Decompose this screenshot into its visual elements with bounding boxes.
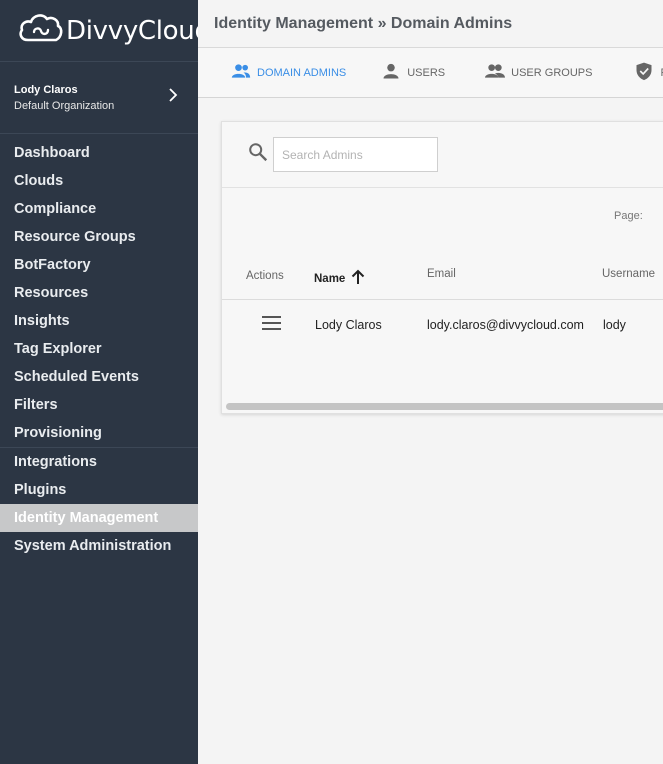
cell-email: lody.claros@divvycloud.com — [427, 318, 584, 332]
page-header: Identity Management » Domain Admins — [198, 0, 663, 48]
chevron-right-icon[interactable] — [166, 88, 180, 107]
sort-ascending-icon[interactable] — [345, 268, 367, 289]
search-bar — [222, 122, 663, 188]
sidebar-item-dashboard[interactable]: Dashboard — [0, 139, 198, 167]
column-header-name[interactable]: Name — [314, 268, 367, 289]
admins-table-card: Page: Actions Name Email Username Lody C… — [221, 121, 663, 414]
column-header-actions: Actions — [246, 270, 284, 282]
sidebar-item-resource-groups[interactable]: Resource Groups — [0, 223, 198, 251]
table-header: Actions Name Email Username — [222, 254, 663, 300]
sidebar-item-insights[interactable]: Insights — [0, 307, 198, 335]
table-row: Lody Claros lody.claros@divvycloud.com l… — [222, 302, 663, 347]
search-input[interactable] — [273, 137, 438, 172]
sidebar-item-provisioning[interactable]: Provisioning — [0, 419, 198, 447]
column-header-name-label: Name — [314, 272, 346, 285]
sidebar-nav: Dashboard Clouds Compliance Resource Gro… — [0, 139, 198, 560]
tab-domain-admins[interactable]: DOMAIN ADMINS — [231, 48, 346, 97]
logo[interactable]: DivvyCloud — [0, 0, 211, 62]
sidebar-item-filters[interactable]: Filters — [0, 391, 198, 419]
sidebar-item-system-administration[interactable]: System Administration — [0, 532, 198, 560]
sidebar-item-identity-management[interactable]: Identity Management — [0, 504, 198, 532]
pagination-label: Page: — [614, 210, 643, 222]
sidebar-item-resources[interactable]: Resources — [0, 279, 198, 307]
logo-text: DivvyCloud — [66, 15, 211, 46]
tab-label: USER GROUPS — [511, 66, 593, 79]
sidebar-item-botfactory[interactable]: BotFactory — [0, 251, 198, 279]
user-organization: Default Organization — [14, 99, 115, 112]
user-name: Lody Claros — [14, 83, 78, 96]
user-groups-icon — [485, 61, 511, 84]
tab-users[interactable]: USERS — [381, 48, 445, 97]
domain-admins-icon — [231, 61, 257, 84]
row-actions-menu-icon[interactable] — [262, 316, 284, 332]
user-profile[interactable]: Lody Claros Default Organization — [0, 62, 198, 134]
sidebar: DivvyCloud Lody Claros Default Organizat… — [0, 0, 211, 764]
cell-name: Lody Claros — [315, 318, 382, 332]
cloud-logo-icon — [16, 10, 64, 51]
sidebar-item-tag-explorer[interactable]: Tag Explorer — [0, 335, 198, 363]
user-icon — [381, 61, 407, 84]
sidebar-item-scheduled-events[interactable]: Scheduled Events — [0, 363, 198, 391]
tab-label: USERS — [407, 66, 446, 79]
page-title: Identity Management » Domain Admins — [214, 14, 513, 32]
sidebar-item-integrations[interactable]: Integrations — [0, 448, 198, 476]
column-header-email[interactable]: Email — [427, 268, 456, 280]
column-header-username[interactable]: Username — [602, 268, 655, 280]
sidebar-item-compliance[interactable]: Compliance — [0, 195, 198, 223]
cell-username: lody — [603, 318, 626, 332]
sidebar-item-plugins[interactable]: Plugins — [0, 476, 198, 504]
search-icon — [247, 141, 269, 168]
horizontal-scrollbar[interactable] — [226, 403, 663, 410]
tab-bar: DOMAIN ADMINS USERS USER GROUPS RO — [198, 48, 663, 98]
tab-label: DOMAIN ADMINS — [257, 66, 347, 79]
shield-icon — [634, 61, 660, 84]
tab-user-groups[interactable]: USER GROUPS — [485, 48, 592, 97]
tab-roles[interactable]: RO — [634, 48, 663, 97]
sidebar-item-clouds[interactable]: Clouds — [0, 167, 198, 195]
